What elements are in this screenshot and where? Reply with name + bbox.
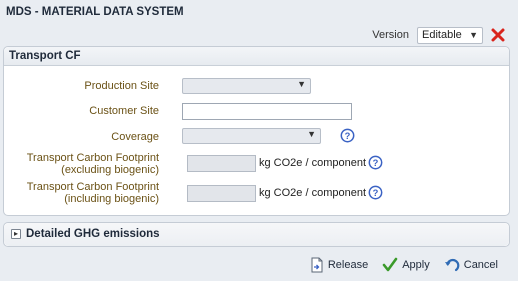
release-label: Release (327, 259, 369, 271)
transport-cf-panel: Transport CF Production Site ▼ Customer … (3, 46, 510, 216)
tcf-excl-help-icon[interactable]: ? (368, 155, 383, 170)
tcf-excl-label: Transport Carbon Footprint (excluding bi… (14, 152, 159, 176)
version-select-value: Editable (422, 28, 462, 41)
close-icon[interactable] (490, 27, 506, 43)
chevron-down-icon: ▼ (307, 129, 316, 139)
svg-text:?: ? (345, 131, 351, 141)
coverage-help-icon[interactable]: ? (340, 128, 355, 143)
coverage-label: Coverage (111, 131, 159, 143)
ghg-panel: ▸ Detailed GHG emissions (3, 222, 510, 247)
version-label: Version (372, 29, 409, 41)
chevron-down-icon: ▼ (469, 29, 478, 40)
release-icon (311, 257, 323, 273)
coverage-select[interactable]: ▼ (182, 128, 321, 144)
action-bar: Release Apply Cancel (296, 257, 498, 273)
customer-site-input[interactable] (182, 103, 352, 120)
panel-title: Transport CF (4, 47, 509, 66)
release-button[interactable]: Release (310, 257, 368, 273)
production-site-select[interactable]: ▼ (182, 78, 311, 94)
ghg-header[interactable]: ▸ Detailed GHG emissions (4, 223, 509, 246)
svg-text:?: ? (373, 158, 379, 168)
expand-icon[interactable]: ▸ (11, 229, 21, 239)
tcf-excl-value (187, 155, 256, 172)
customer-site-label: Customer Site (89, 105, 159, 117)
tcf-excl-label-line1: Transport Carbon Footprint (26, 152, 159, 164)
undo-icon (444, 258, 460, 272)
cancel-button[interactable]: Cancel (444, 257, 498, 273)
tcf-incl-label-line1: Transport Carbon Footprint (26, 181, 159, 193)
tcf-excl-unit: kg CO2e / component (259, 157, 367, 169)
tcf-incl-unit: kg CO2e / component (259, 187, 367, 199)
app-title: MDS - MATERIAL DATA SYSTEM (6, 6, 184, 18)
svg-text:?: ? (373, 188, 379, 198)
cancel-label: Cancel (463, 259, 498, 271)
tcf-incl-value (187, 185, 256, 202)
checkmark-icon (382, 257, 398, 272)
version-select[interactable]: Editable ▼ (417, 26, 483, 44)
apply-label: Apply (402, 259, 430, 271)
production-site-label: Production Site (84, 80, 159, 92)
chevron-down-icon: ▼ (297, 79, 306, 89)
version-row: Version Editable ▼ (372, 26, 506, 44)
tcf-incl-label: Transport Carbon Footprint (including bi… (14, 181, 159, 205)
apply-button[interactable]: Apply (382, 257, 430, 273)
ghg-title: Detailed GHG emissions (26, 228, 160, 240)
tcf-incl-label-line2: (including biogenic) (64, 193, 159, 205)
tcf-incl-help-icon[interactable]: ? (368, 185, 383, 200)
tcf-excl-label-line2: (excluding biogenic) (61, 164, 159, 176)
